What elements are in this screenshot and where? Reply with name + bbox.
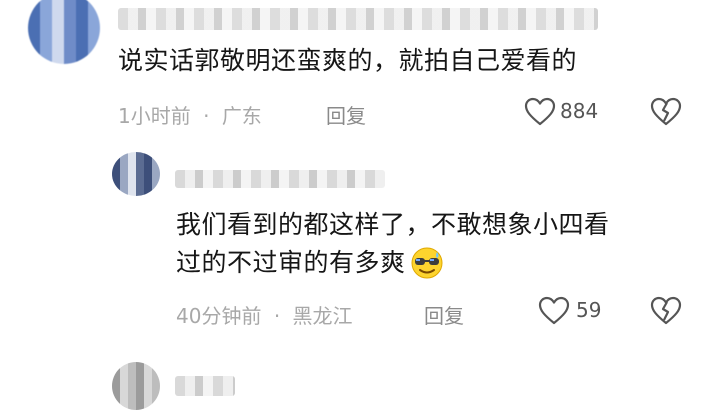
meta-separator: · xyxy=(273,304,281,328)
cool-sunglasses-emoji-icon xyxy=(410,246,444,280)
dislike-button[interactable] xyxy=(650,97,682,127)
reply-meta: 40分钟前 · 黑龙江 xyxy=(176,300,353,329)
broken-heart-icon xyxy=(650,97,682,127)
reply-text-line2: 过的不过审的有多爽 xyxy=(176,248,406,277)
avatar[interactable] xyxy=(28,0,100,64)
reply-time: 40分钟前 xyxy=(176,304,262,328)
meta-separator: · xyxy=(203,104,210,128)
heart-outline-icon xyxy=(524,97,556,127)
avatar[interactable] xyxy=(112,152,160,196)
comment-time: 1小时前 xyxy=(118,104,191,128)
avatar[interactable] xyxy=(112,362,160,410)
like-count: 884 xyxy=(560,99,599,123)
reply-location: 黑龙江 xyxy=(292,304,353,328)
heart-outline-icon xyxy=(538,296,570,326)
reply-text-line2-row: 过的不过审的有多爽 xyxy=(176,244,444,282)
username-blurred[interactable] xyxy=(175,170,385,188)
comment-location: 广东 xyxy=(221,104,262,128)
like-button[interactable]: 59 xyxy=(538,296,601,330)
username-blurred[interactable] xyxy=(175,376,235,396)
broken-heart-icon xyxy=(650,296,682,326)
like-button[interactable]: 884 xyxy=(524,97,598,127)
reply-text-line1: 我们看到的都这样了，不敢想象小四看 xyxy=(176,210,610,239)
dislike-button[interactable] xyxy=(650,296,682,326)
reply-button[interactable]: 回复 xyxy=(326,100,366,129)
username-blurred[interactable] xyxy=(118,8,598,30)
reply-button[interactable]: 回复 xyxy=(424,300,464,329)
comment-text: 说实话郭敬明还蛮爽的，就拍自己爱看的 xyxy=(118,46,578,75)
comment-meta: 1小时前 · 广东 xyxy=(118,100,262,129)
like-count: 59 xyxy=(576,298,602,322)
